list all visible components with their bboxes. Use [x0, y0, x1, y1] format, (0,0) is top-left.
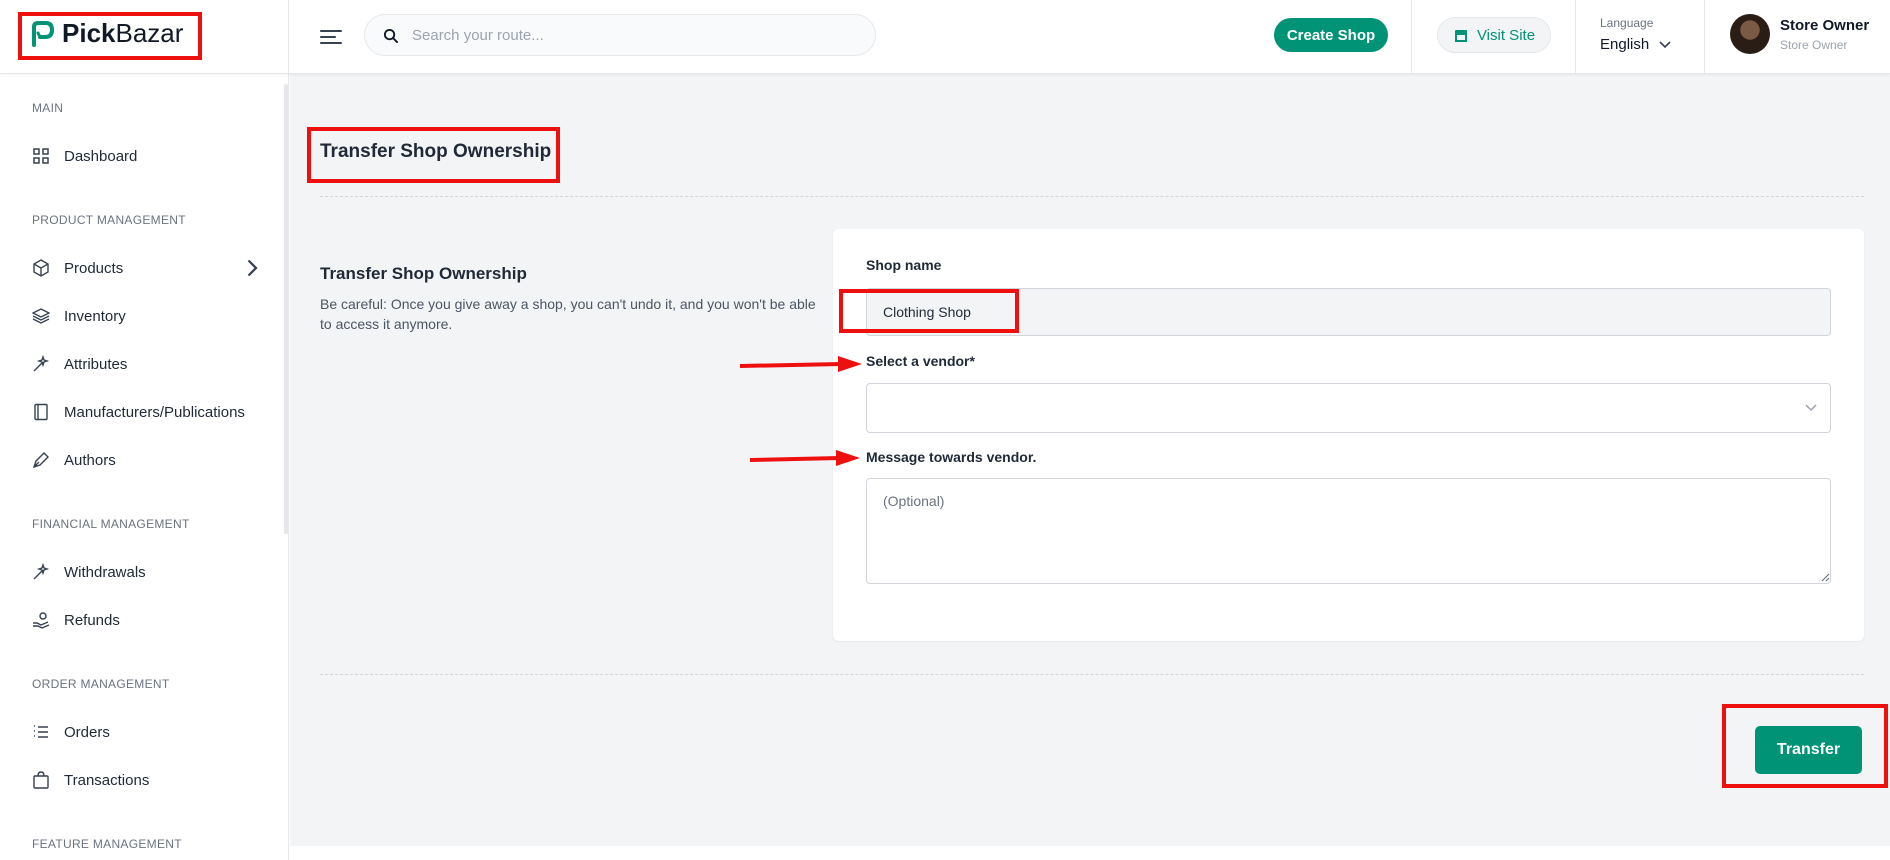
section-description: Be careful: Once you give away a shop, y…	[320, 296, 816, 332]
search-icon	[383, 28, 398, 43]
sidebar-item-orders[interactable]: Orders	[32, 723, 262, 741]
logo-area: PickBazar	[0, 0, 289, 74]
bag-icon	[33, 771, 49, 789]
list-icon	[34, 725, 48, 738]
pickbazar-logo[interactable]: PickBazar	[30, 18, 183, 49]
dashboard-icon	[33, 148, 49, 164]
header-divider	[1704, 0, 1705, 74]
user-role: Store Owner	[1780, 37, 1848, 52]
sidebar-item-label: Products	[64, 259, 124, 277]
sidebar-item-label: Orders	[64, 723, 110, 741]
chevron-down-icon	[1659, 40, 1671, 48]
sidebar-scrollbar[interactable]	[284, 84, 288, 534]
hand-coin-icon	[33, 612, 50, 629]
user-menu[interactable]: Store Owner Store Owner	[1730, 14, 1869, 54]
shop-name-field[interactable]	[866, 288, 1831, 336]
header-divider	[1411, 0, 1412, 74]
avatar	[1730, 14, 1770, 54]
header-divider	[1575, 0, 1576, 74]
sidebar-item-label: Transactions	[64, 771, 150, 789]
vendor-select[interactable]	[866, 383, 1831, 433]
wand-icon	[33, 563, 50, 580]
visit-site-label: Visit Site	[1476, 26, 1536, 44]
main-content: Transfer Shop Ownership Transfer Shop Ow…	[290, 74, 1890, 846]
chevron-right-icon	[247, 259, 258, 277]
divider	[320, 674, 1864, 675]
menu-toggle-icon[interactable]	[318, 24, 344, 50]
sidebar-section-title: ORDER MANAGEMENT	[32, 677, 170, 691]
visit-site-button[interactable]: Visit Site	[1437, 17, 1551, 53]
transfer-form-card: Shop name Select a vendor* Message towar…	[833, 229, 1864, 641]
page-title: Transfer Shop Ownership	[320, 141, 552, 162]
language-label: Language	[1600, 16, 1654, 30]
sidebar-item-dashboard[interactable]: Dashboard	[32, 147, 262, 165]
user-name: Store Owner	[1780, 16, 1870, 34]
layers-icon	[32, 308, 50, 324]
sidebar-item-products[interactable]: Products	[32, 259, 262, 277]
sidebar-item-label: Withdrawals	[64, 563, 146, 581]
logo-icon	[32, 20, 54, 47]
sidebar-item-authors[interactable]: Authors	[32, 451, 262, 469]
sidebar-section-title: FINANCIAL MANAGEMENT	[32, 517, 190, 531]
sidebar-section-title: FEATURE MANAGEMENT	[32, 837, 182, 851]
sidebar-item-label: Dashboard	[64, 147, 138, 165]
wand-icon	[33, 355, 50, 372]
top-header: PickBazar Create Shop Visit Site Languag…	[0, 0, 1890, 74]
sidebar-item-attributes[interactable]: Attributes	[32, 355, 262, 373]
vendor-label: Select a vendor*	[866, 353, 975, 369]
sidebar-item-transactions[interactable]: Transactions	[32, 771, 262, 789]
sidebar-item-label: Attributes	[64, 355, 128, 373]
create-shop-button[interactable]: Create Shop	[1274, 18, 1388, 52]
transfer-button[interactable]: Transfer	[1755, 726, 1862, 774]
shop-name-label: Shop name	[866, 257, 942, 273]
search-bar	[364, 14, 876, 56]
sidebar-item-label: Manufacturers/Publications	[64, 403, 245, 421]
language-value: English	[1600, 36, 1650, 53]
logo-text: Bazar	[115, 18, 184, 48]
resize-handle-icon[interactable]	[1820, 572, 1830, 582]
divider	[320, 196, 1864, 197]
section-title: Transfer Shop Ownership	[320, 264, 527, 283]
sidebar-section-title: MAIN	[32, 101, 64, 115]
sidebar-section-title: PRODUCT MANAGEMENT	[32, 213, 186, 227]
language-selector[interactable]: Language English	[1600, 16, 1671, 53]
chevron-down-icon	[1805, 404, 1817, 412]
store-icon	[1454, 30, 1467, 42]
message-textarea[interactable]	[866, 478, 1831, 584]
sidebar-item-label: Refunds	[64, 611, 120, 629]
pen-icon	[32, 452, 49, 469]
sidebar: MAIN Dashboard PRODUCT MANAGEMENT Produc…	[0, 74, 289, 860]
sidebar-item-label: Inventory	[64, 307, 126, 325]
sidebar-item-manufacturers[interactable]: Manufacturers/Publications	[32, 403, 262, 421]
logo-text-bold: Pick	[62, 18, 116, 48]
search-input[interactable]	[412, 26, 852, 44]
sidebar-item-refunds[interactable]: Refunds	[32, 611, 262, 629]
book-icon	[34, 403, 48, 421]
sidebar-item-withdrawals[interactable]: Withdrawals	[32, 563, 262, 581]
sidebar-item-inventory[interactable]: Inventory	[32, 307, 262, 325]
message-label: Message towards vendor.	[866, 449, 1037, 465]
box-icon	[33, 259, 49, 277]
sidebar-item-label: Authors	[64, 451, 116, 469]
